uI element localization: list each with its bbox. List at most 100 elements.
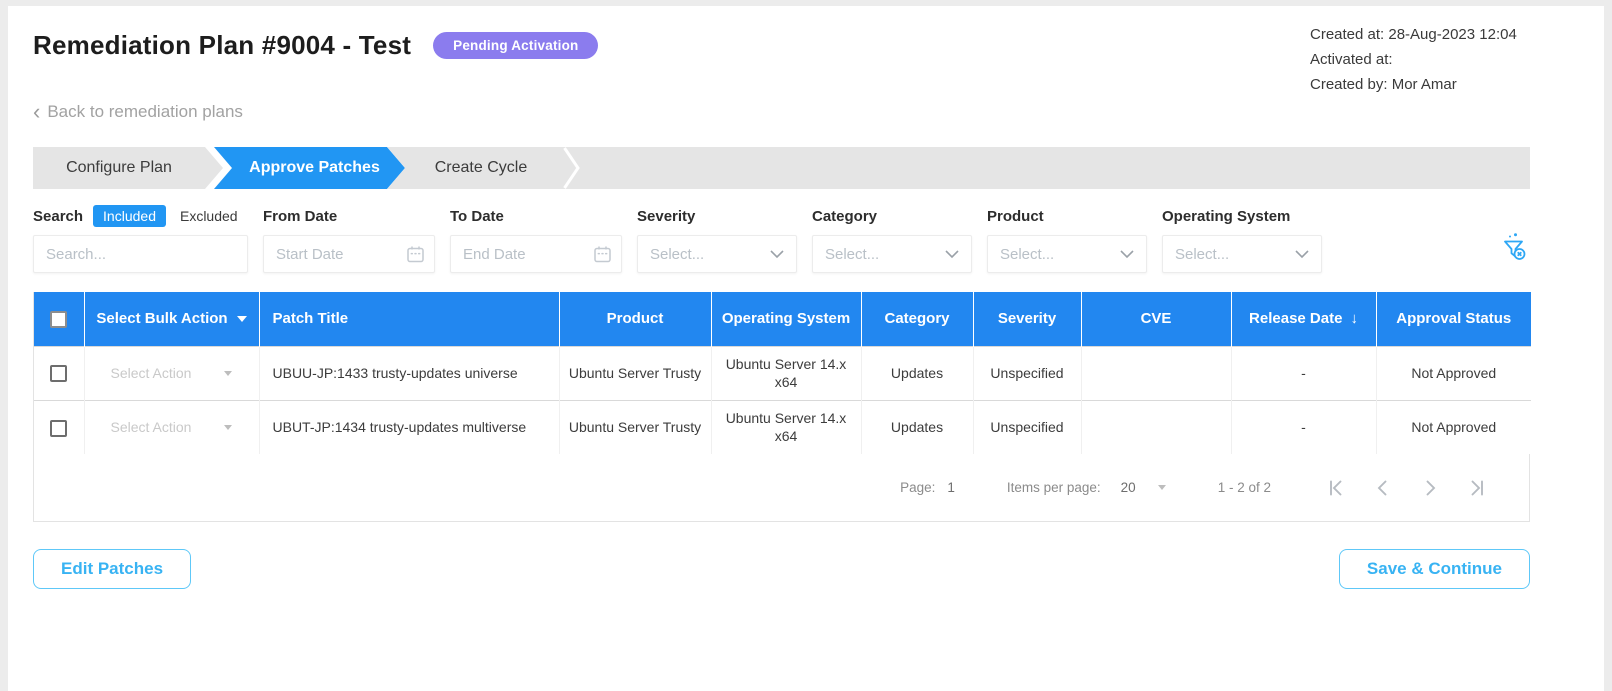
edit-patches-button[interactable]: Edit Patches	[33, 549, 192, 589]
search-input[interactable]	[33, 235, 248, 273]
col-header-approval-status[interactable]: Approval Status	[1375, 292, 1531, 346]
select-all-checkbox[interactable]	[50, 310, 68, 328]
search-filter-group: Search Included Excluded	[33, 204, 248, 273]
col-header-severity[interactable]: Severity	[972, 292, 1081, 346]
chevron-down-icon	[1120, 249, 1134, 258]
wizard-steps-bar: Configure Plan Approve Patches Create Cy…	[33, 147, 1530, 189]
severity-select[interactable]: Select...	[637, 235, 797, 273]
row-checkbox-cell	[34, 399, 84, 454]
first-page-icon	[1330, 480, 1342, 495]
col-header-product[interactable]: Product	[558, 292, 711, 346]
operating-system-filter-group: Operating System Select...	[1162, 204, 1322, 273]
column-label: Patch Title	[272, 310, 349, 328]
operating-system-cell: Ubuntu Server 14.x x64	[710, 345, 861, 400]
caret-down-icon	[236, 316, 247, 323]
product-cell: Ubuntu Server Trusty	[558, 345, 711, 400]
column-label: Operating System	[721, 310, 851, 328]
remediation-plan-page: Remediation Plan #9004 - Test Pending Ac…	[8, 6, 1604, 691]
row-checkbox[interactable]	[50, 419, 68, 437]
row-checkbox-cell	[34, 345, 84, 400]
excluded-toggle[interactable]: Excluded	[176, 205, 242, 227]
from-date-label: From Date	[263, 207, 338, 225]
page-header: Remediation Plan #9004 - Test Pending Ac…	[33, 6, 1530, 61]
patch-title-cell: UBUU-JP:1433 trusty-updates universe	[258, 345, 559, 400]
to-date-filter-group: To Date	[450, 204, 622, 273]
select-placeholder: Select...	[1175, 245, 1230, 263]
row-action-cell: Select Action	[83, 345, 259, 400]
included-toggle[interactable]: Included	[93, 205, 166, 227]
row-action-select[interactable]: Select Action	[91, 364, 253, 382]
back-to-plans-link[interactable]: ‹ Back to remediation plans	[33, 101, 243, 123]
first-page-button[interactable]	[1326, 478, 1346, 498]
page-label: Page:	[900, 480, 936, 495]
items-per-page-select[interactable]: 20	[1121, 480, 1166, 495]
chevron-down-icon	[770, 249, 784, 258]
category-cell: Updates	[860, 399, 973, 454]
items-per-page-value: 20	[1120, 480, 1136, 495]
step-approve-patches[interactable]: Approve Patches	[214, 147, 405, 189]
clear-filter-funnel-icon	[1504, 233, 1526, 260]
save-continue-button[interactable]: Save & Continue	[1338, 549, 1530, 589]
operating-system-label: Operating System	[1162, 207, 1291, 225]
bulk-action-label: Select Bulk Action	[96, 310, 228, 328]
category-cell: Updates	[860, 345, 973, 400]
product-select[interactable]: Select...	[987, 235, 1147, 273]
chevron-right-icon	[1426, 480, 1436, 495]
category-label: Category	[812, 207, 878, 225]
severity-label: Severity	[637, 207, 696, 225]
col-header-release-date[interactable]: Release Date ↓	[1230, 292, 1376, 346]
footer-actions: Edit Patches Save & Continue	[33, 549, 1530, 589]
col-header-category[interactable]: Category	[860, 292, 973, 346]
step-approve-patches-shape: Approve Patches	[205, 147, 405, 189]
step-configure-plan[interactable]: Configure Plan	[33, 147, 205, 189]
from-date-filter-group: From Date	[263, 204, 435, 273]
to-date-label: To Date	[450, 207, 504, 225]
search-label: Search	[33, 207, 84, 225]
severity-cell: Unspecified	[972, 399, 1081, 454]
last-page-button[interactable]	[1467, 478, 1487, 498]
caret-down-icon	[1157, 485, 1166, 490]
calendar-icon[interactable]	[593, 245, 612, 264]
filters-row: Search Included Excluded From Date	[33, 204, 1530, 273]
patches-table: Select Bulk Action Patch Title Product O…	[34, 292, 1531, 454]
bulk-action-dropdown[interactable]: Select Bulk Action	[83, 292, 259, 346]
product-label: Product	[987, 207, 1044, 225]
column-label: CVE	[1140, 310, 1172, 328]
col-header-patch-title[interactable]: Patch Title	[258, 292, 559, 346]
step-create-cycle[interactable]: Create Cycle	[405, 147, 557, 189]
approval-status-cell: Not Approved	[1375, 399, 1531, 454]
sort-desc-icon: ↓	[1350, 310, 1358, 328]
plan-meta-block: Created at: 28-Aug-2023 12:04 Activated …	[1310, 22, 1534, 97]
patches-table-card: Select Bulk Action Patch Title Product O…	[33, 292, 1531, 522]
select-placeholder: Select...	[825, 245, 880, 263]
next-page-button[interactable]	[1420, 478, 1440, 498]
cve-cell	[1080, 345, 1231, 400]
column-label: Product	[606, 310, 664, 328]
release-date-cell: -	[1230, 399, 1376, 454]
chevron-down-icon	[945, 249, 959, 258]
row-action-select[interactable]: Select Action	[91, 418, 253, 436]
chevron-right-separator-icon	[563, 147, 580, 189]
calendar-icon[interactable]	[406, 245, 425, 264]
clear-filters-button[interactable]	[1498, 232, 1530, 273]
row-action-label: Select Action	[110, 419, 192, 436]
patch-title-cell: UBUT-JP:1434 trusty-updates multiverse	[258, 399, 559, 454]
select-placeholder: Select...	[650, 245, 705, 263]
created-by-text: Created by: Mor Amar	[1310, 76, 1457, 93]
operating-system-select[interactable]: Select...	[1162, 235, 1322, 273]
items-per-page-label: Items per page:	[1006, 480, 1101, 495]
row-checkbox[interactable]	[50, 365, 68, 383]
col-header-operating-system[interactable]: Operating System	[710, 292, 861, 346]
column-label: Approval Status	[1396, 310, 1512, 328]
col-header-cve[interactable]: CVE	[1080, 292, 1231, 346]
category-select[interactable]: Select...	[812, 235, 972, 273]
row-action-cell: Select Action	[83, 399, 259, 454]
previous-page-button[interactable]	[1373, 478, 1393, 498]
caret-down-icon	[224, 370, 233, 376]
step-label: Configure Plan	[66, 159, 172, 176]
status-badge: Pending Activation	[433, 32, 599, 59]
activated-at-text: Activated at:	[1310, 51, 1393, 68]
page-number-input[interactable]: 1	[947, 480, 955, 495]
table-row: Select Action UBUT-JP:1434 trusty-update…	[34, 399, 1531, 454]
last-page-icon	[1471, 480, 1483, 495]
